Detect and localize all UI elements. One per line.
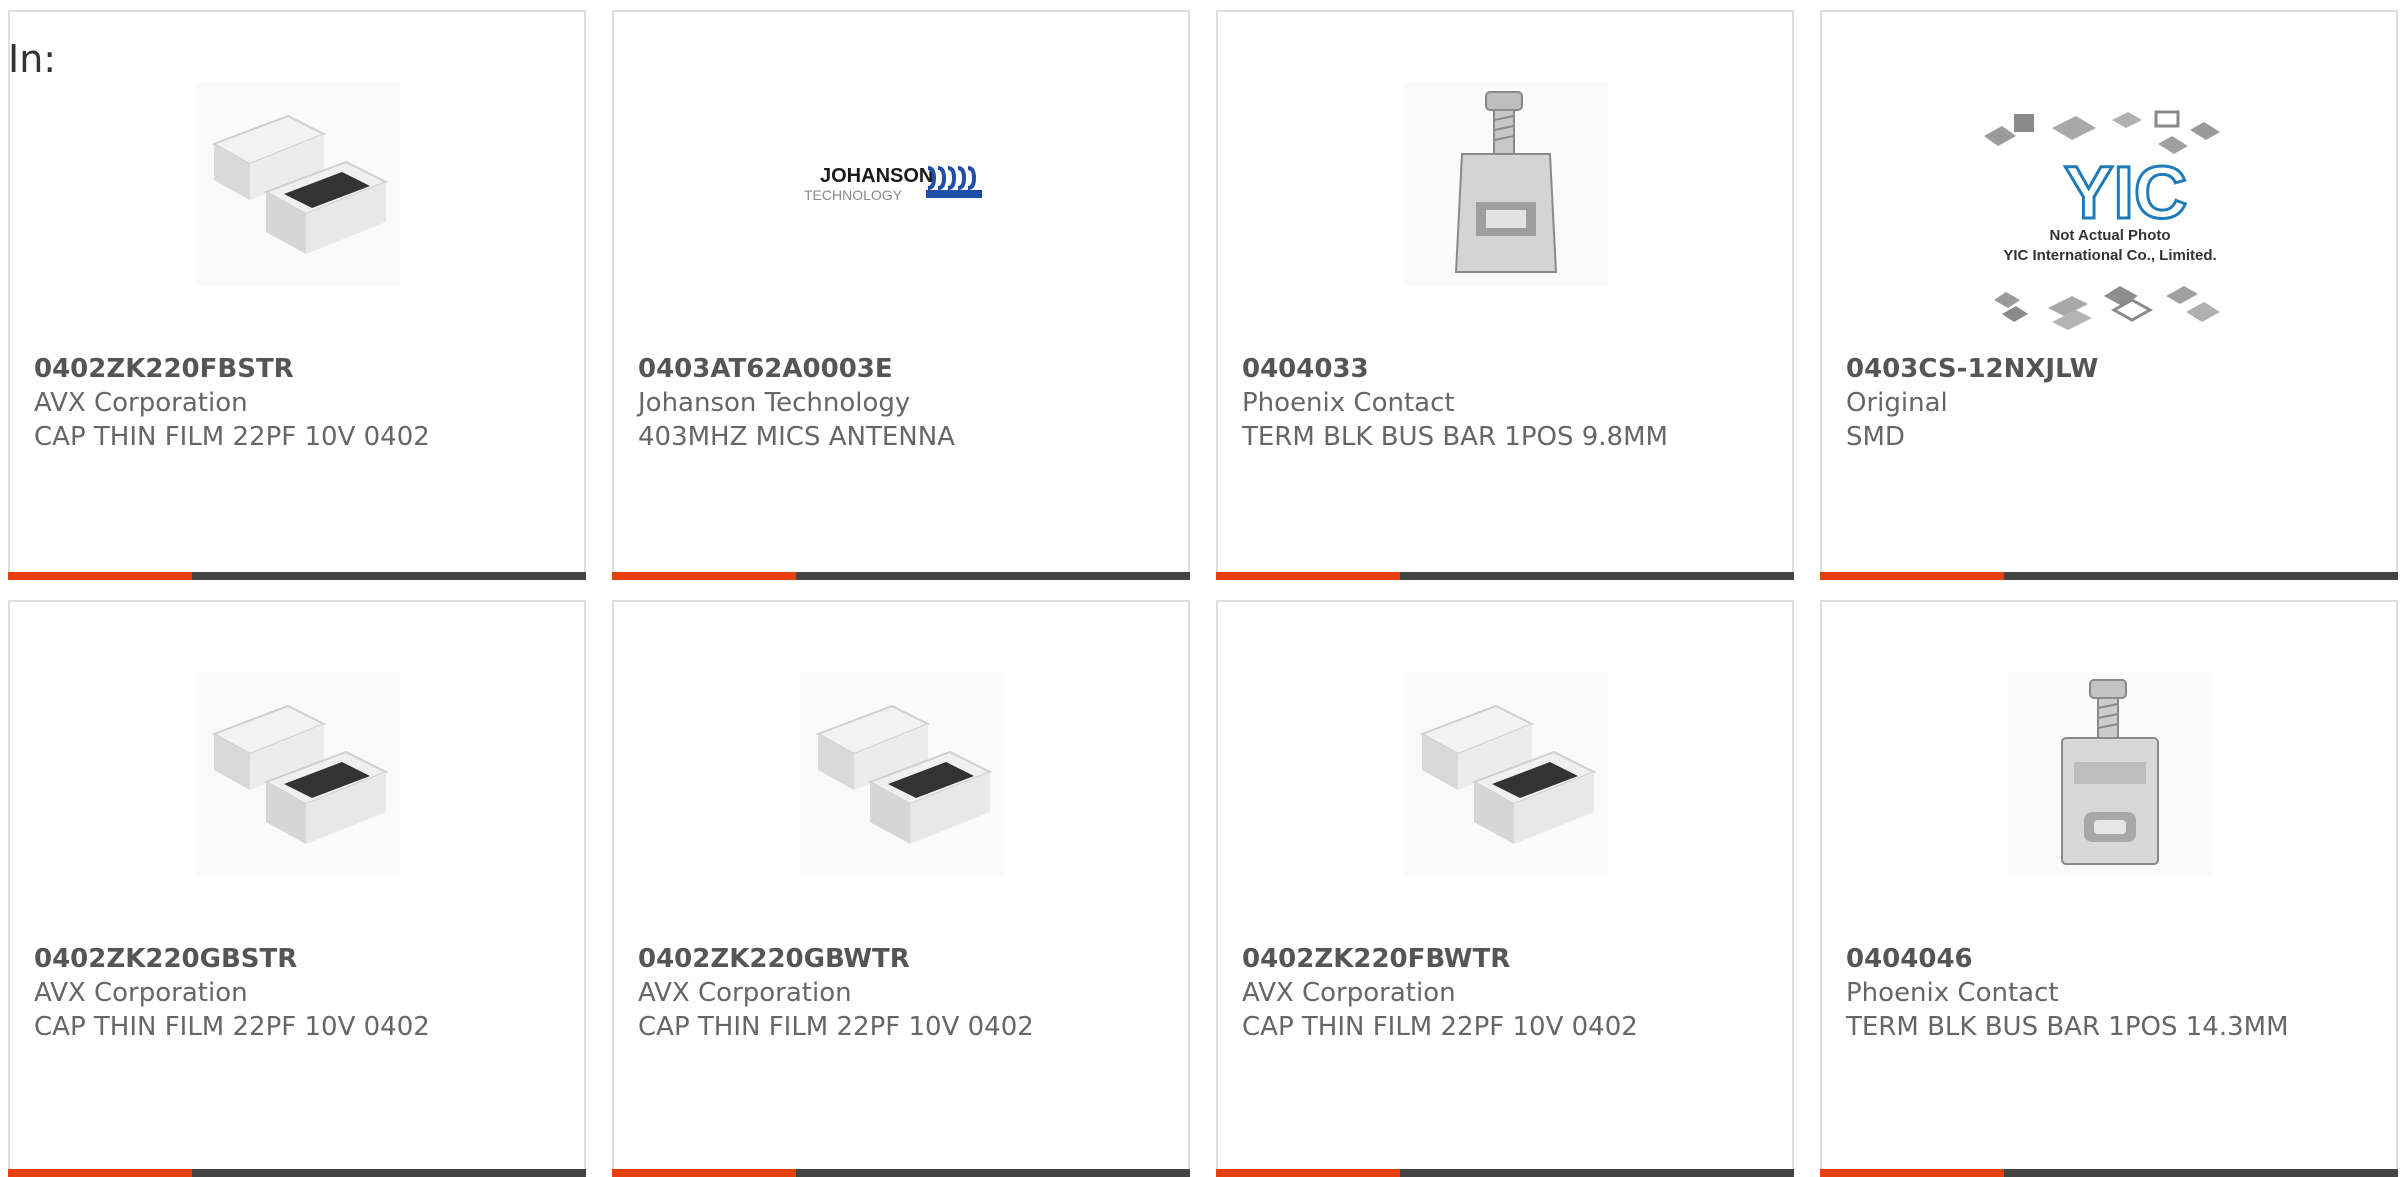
description: CAP THIN FILM 22PF 10V 0402: [34, 422, 430, 452]
capacitor-chip-image: [196, 672, 400, 876]
product-card[interactable]: YIC Not Actual Photo YIC International C…: [1820, 10, 2398, 580]
yic-logo-text: YIC: [2064, 151, 2187, 234]
photo-company: YIC International Co., Limited.: [2003, 247, 2216, 264]
card-bottom-bar: [612, 1169, 1190, 1177]
manufacturer: AVX Corporation: [34, 388, 248, 418]
part-number[interactable]: 0404046: [1846, 942, 2372, 976]
description: CAP THIN FILM 22PF 10V 0402: [1242, 1012, 1638, 1042]
description: 403MHZ MICS ANTENNA: [638, 422, 955, 452]
card-bottom-bar: [1820, 1169, 2398, 1177]
part-number[interactable]: 0403CS-12NXJLW: [1846, 352, 2372, 386]
yic-placeholder-image: YIC Not Actual Photo YIC International C…: [1972, 100, 2248, 350]
product-card[interactable]: 0402ZK220GBWTR AVX Corporation CAP THIN …: [612, 600, 1190, 1177]
card-accent-bar: [8, 572, 192, 580]
manufacturer: Original: [1846, 388, 1948, 418]
photo-note: Not Actual Photo: [2049, 227, 2170, 244]
description: CAP THIN FILM 22PF 10V 0402: [638, 1012, 1034, 1042]
card-bottom-bar: [8, 572, 586, 580]
capacitor-chip-image: [1404, 672, 1608, 876]
capacitor-chip-image: [800, 672, 1004, 876]
card-bottom-bar: [1216, 572, 1794, 580]
product-card[interactable]: 0404033 Phoenix Contact TERM BLK BUS BAR…: [1216, 10, 1794, 580]
description: TERM BLK BUS BAR 1POS 14.3MM: [1846, 1012, 2289, 1042]
filter-label: In:: [8, 37, 57, 81]
capacitor-chip-image: [196, 82, 400, 286]
product-grid: 0402ZK220FBSTR AVX Corporation CAP THIN …: [8, 10, 2400, 1177]
card-bottom-bar: [612, 572, 1190, 580]
card-accent-bar: [1216, 1169, 1400, 1177]
product-card[interactable]: JOHANSON TECHNOLOGY 0403AT62A0003E Johan…: [612, 10, 1190, 580]
manufacturer: Johanson Technology: [638, 388, 911, 418]
part-number[interactable]: 0404033: [1242, 352, 1768, 386]
description: SMD: [1846, 422, 1905, 452]
card-accent-bar: [1820, 572, 2004, 580]
card-accent-bar: [612, 1169, 796, 1177]
manufacturer: AVX Corporation: [1242, 978, 1456, 1008]
card-accent-bar: [612, 572, 796, 580]
bus-bar-terminal-image: [1404, 82, 1608, 286]
card-accent-bar: [8, 1169, 192, 1177]
manufacturer: Phoenix Contact: [1846, 978, 2059, 1008]
manufacturer: AVX Corporation: [34, 978, 248, 1008]
product-card[interactable]: 0402ZK220FBWTR AVX Corporation CAP THIN …: [1216, 600, 1794, 1177]
manufacturer: Phoenix Contact: [1242, 388, 1455, 418]
logo-subtext: TECHNOLOGY: [804, 187, 903, 203]
card-accent-bar: [1820, 1169, 2004, 1177]
card-bottom-bar: [8, 1169, 586, 1177]
part-number[interactable]: 0403AT62A0003E: [638, 352, 1164, 386]
description: TERM BLK BUS BAR 1POS 9.8MM: [1242, 422, 1668, 452]
part-number[interactable]: 0402ZK220GBWTR: [638, 942, 1164, 976]
part-number[interactable]: 0402ZK220FBSTR: [34, 352, 560, 386]
johanson-logo-image: JOHANSON TECHNOLOGY: [800, 82, 1004, 286]
product-card[interactable]: 0402ZK220GBSTR AVX Corporation CAP THIN …: [8, 600, 586, 1177]
logo-text: JOHANSON: [820, 165, 933, 187]
part-number[interactable]: 0402ZK220FBWTR: [1242, 942, 1768, 976]
product-card[interactable]: 0404046 Phoenix Contact TERM BLK BUS BAR…: [1820, 600, 2398, 1177]
bus-bar-terminal-image: [2008, 672, 2212, 876]
manufacturer: AVX Corporation: [638, 978, 852, 1008]
card-bottom-bar: [1216, 1169, 1794, 1177]
card-accent-bar: [1216, 572, 1400, 580]
card-bottom-bar: [1820, 572, 2398, 580]
part-number[interactable]: 0402ZK220GBSTR: [34, 942, 560, 976]
description: CAP THIN FILM 22PF 10V 0402: [34, 1012, 430, 1042]
product-card[interactable]: 0402ZK220FBSTR AVX Corporation CAP THIN …: [8, 10, 586, 580]
